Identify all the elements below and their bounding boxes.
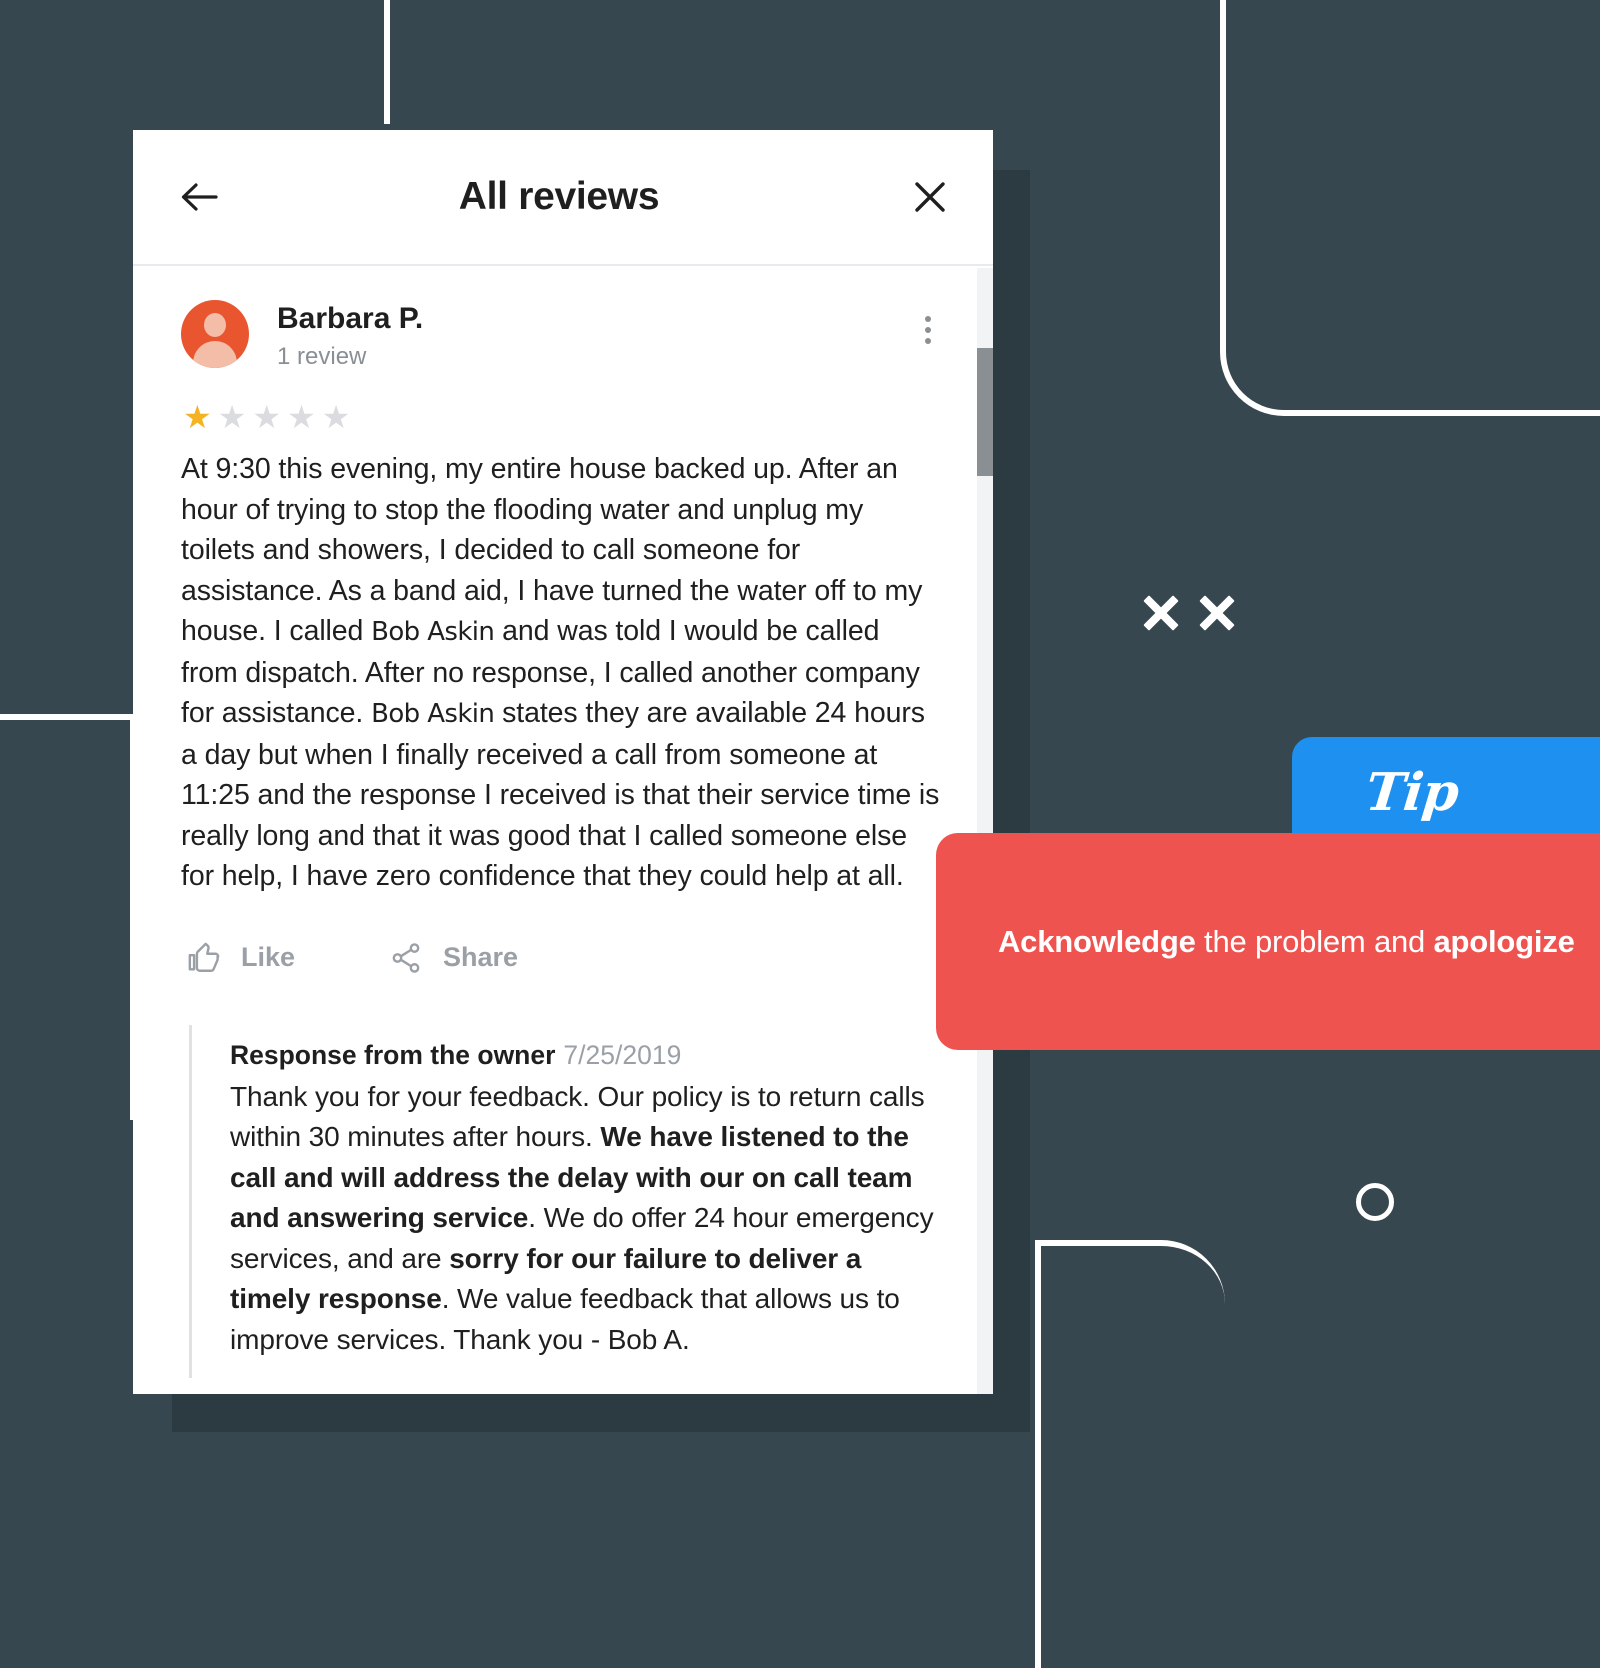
x-mark-icon — [1140, 592, 1182, 634]
reviewer-name: Barbara P. — [277, 302, 424, 335]
owner-response-title: Response from the owner — [230, 1039, 556, 1070]
kebab-dot — [925, 316, 931, 322]
tip-badge-label: Tip — [1362, 761, 1462, 823]
owner-response-date: 7/25/2019 — [563, 1039, 682, 1070]
review-actions: Like Share — [187, 941, 945, 975]
reviewer-review-count: 1 review — [277, 342, 367, 370]
x-marks-decoration — [1140, 592, 1238, 634]
page-root: All reviews Barbara P. 1 review ★ ★ ★ ★ … — [0, 0, 1600, 1668]
reviewer-header: Barbara P. 1 review — [181, 294, 945, 371]
callout-emphasis: apologize — [1433, 924, 1575, 959]
close-button[interactable] — [907, 174, 953, 220]
kebab-dot — [925, 327, 931, 333]
like-button[interactable]: Like — [187, 941, 295, 975]
star-empty-icon: ★ — [252, 399, 282, 436]
corner-line-middle-left — [0, 714, 136, 1120]
reviewer-meta: Barbara P. 1 review — [277, 300, 911, 371]
corner-line-top-left — [384, 0, 390, 124]
circle-outline-icon — [1356, 1183, 1394, 1221]
dialog-title: All reviews — [458, 175, 660, 218]
star-filled-icon: ★ — [183, 399, 212, 436]
review-entity: Bob Askin — [371, 617, 495, 648]
owner-response-heading: Response from the owner 7/25/2019 — [230, 1035, 945, 1075]
star-empty-icon: ★ — [287, 399, 316, 436]
like-label: Like — [241, 942, 296, 973]
dialog-body: Barbara P. 1 review ★ ★ ★ ★ ★ At 9:30 this e… — [133, 266, 993, 1379]
thumbs-up-icon — [187, 941, 221, 975]
avatar — [181, 300, 249, 368]
corner-line-top-right — [1220, 0, 1600, 416]
star-empty-icon: ★ — [321, 399, 351, 436]
tip-callout: Acknowledge the problem and apologize — [936, 833, 1600, 1050]
scrollbar-thumb[interactable] — [977, 348, 993, 476]
tip-badge: Tip — [1292, 737, 1600, 847]
share-icon — [389, 941, 423, 975]
all-reviews-dialog: All reviews Barbara P. 1 review ★ ★ ★ ★ … — [133, 130, 993, 1394]
owner-response-body: Thank you for your feedback. Our policy … — [230, 1077, 945, 1361]
owner-response: Response from the owner 7/25/2019 Thank y… — [189, 1024, 945, 1379]
share-label: Share — [443, 942, 519, 973]
callout-emphasis: Acknowledge — [998, 924, 1196, 959]
dialog-header: All reviews — [133, 130, 993, 266]
review-body-text: At 9:30 this evening, my entire house ba… — [181, 449, 943, 897]
share-button[interactable]: Share — [389, 941, 518, 975]
tip-callout-text: Acknowledge the problem and apologize — [998, 918, 1575, 965]
kebab-menu-icon[interactable] — [911, 308, 945, 352]
star-empty-icon: ★ — [217, 399, 247, 436]
callout-text: the problem and — [1195, 924, 1434, 959]
review-entity: Bob Askin — [371, 699, 495, 730]
star-rating: ★ ★ ★ ★ ★ — [183, 401, 945, 433]
kebab-dot — [925, 338, 931, 344]
corner-line-bottom-right — [1035, 1240, 1225, 1668]
x-mark-icon — [1196, 592, 1238, 634]
